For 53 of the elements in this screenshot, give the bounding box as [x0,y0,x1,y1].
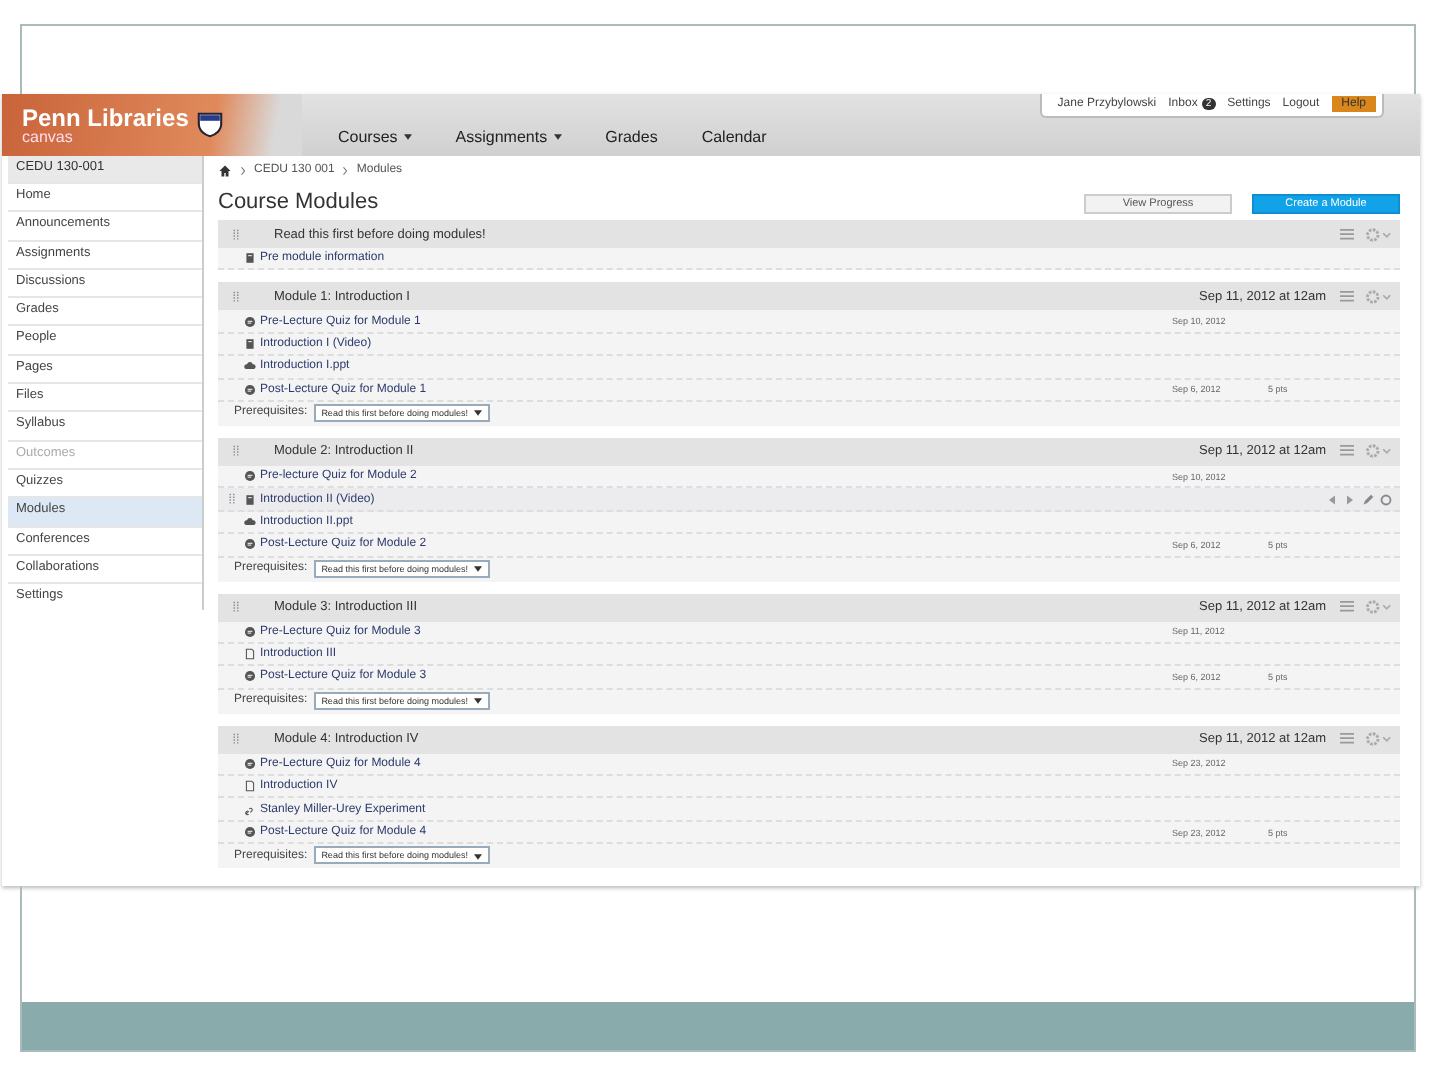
drag-handle-icon[interactable] [232,600,240,615]
caret-icon [553,134,562,141]
page-title: Course Modules [218,190,379,214]
quiz-icon [244,315,256,328]
quiz-icon [244,826,256,839]
caret-icon [403,134,412,141]
settings-icon[interactable] [1364,598,1392,617]
quiz-icon [244,670,256,683]
document-icon [244,780,256,793]
quiz-icon [244,470,256,483]
nav-link[interactable]: Assignments [455,128,562,146]
remove-icon[interactable] [1380,493,1392,506]
page-icon [244,337,256,350]
page-icon [244,493,256,506]
settings-icon[interactable] [1364,225,1392,243]
settings-icon[interactable] [1364,287,1392,306]
settings-icon[interactable] [1364,442,1392,461]
page-icon [244,252,256,265]
quiz-icon [244,538,256,551]
lines-icon[interactable] [1338,600,1356,615]
drag-handle-icon[interactable] [232,732,240,747]
lines-icon[interactable] [1338,732,1356,747]
home-icon[interactable] [218,163,232,177]
cloud-icon [244,515,256,528]
lines-icon[interactable] [1338,227,1356,241]
outdent-arrow-icon[interactable] [1326,493,1338,506]
caret-icon [473,410,482,417]
caret-icon [473,565,482,572]
link-icon [244,803,256,816]
drag-handle-icon[interactable] [232,289,240,304]
chevron-icon [342,165,349,175]
caret-icon [473,853,482,860]
quiz-icon [244,625,256,638]
nav-link[interactable]: Calendar [701,128,767,146]
nav-link[interactable]: Grades [605,128,658,146]
drag-handle-icon[interactable] [232,444,240,459]
quiz-icon [244,383,256,396]
drag-handle-icon[interactable] [232,227,240,241]
shield-icon [196,112,225,138]
caret-icon [473,698,482,704]
settings-icon[interactable] [1364,730,1392,749]
indent-arrow-icon[interactable] [1344,493,1356,506]
logo-title: Penn Libraries [22,105,189,129]
document-icon [244,648,256,661]
quiz-icon [244,757,256,770]
nav-link[interactable]: Courses [338,128,412,146]
lines-icon[interactable] [1338,289,1356,304]
chevron-icon [240,165,246,175]
lines-icon[interactable] [1338,444,1356,459]
drag-handle-icon[interactable] [228,492,236,507]
logo-subtitle: canvas [22,129,75,145]
cloud-icon [244,360,256,373]
edit-icon[interactable] [1362,493,1374,506]
